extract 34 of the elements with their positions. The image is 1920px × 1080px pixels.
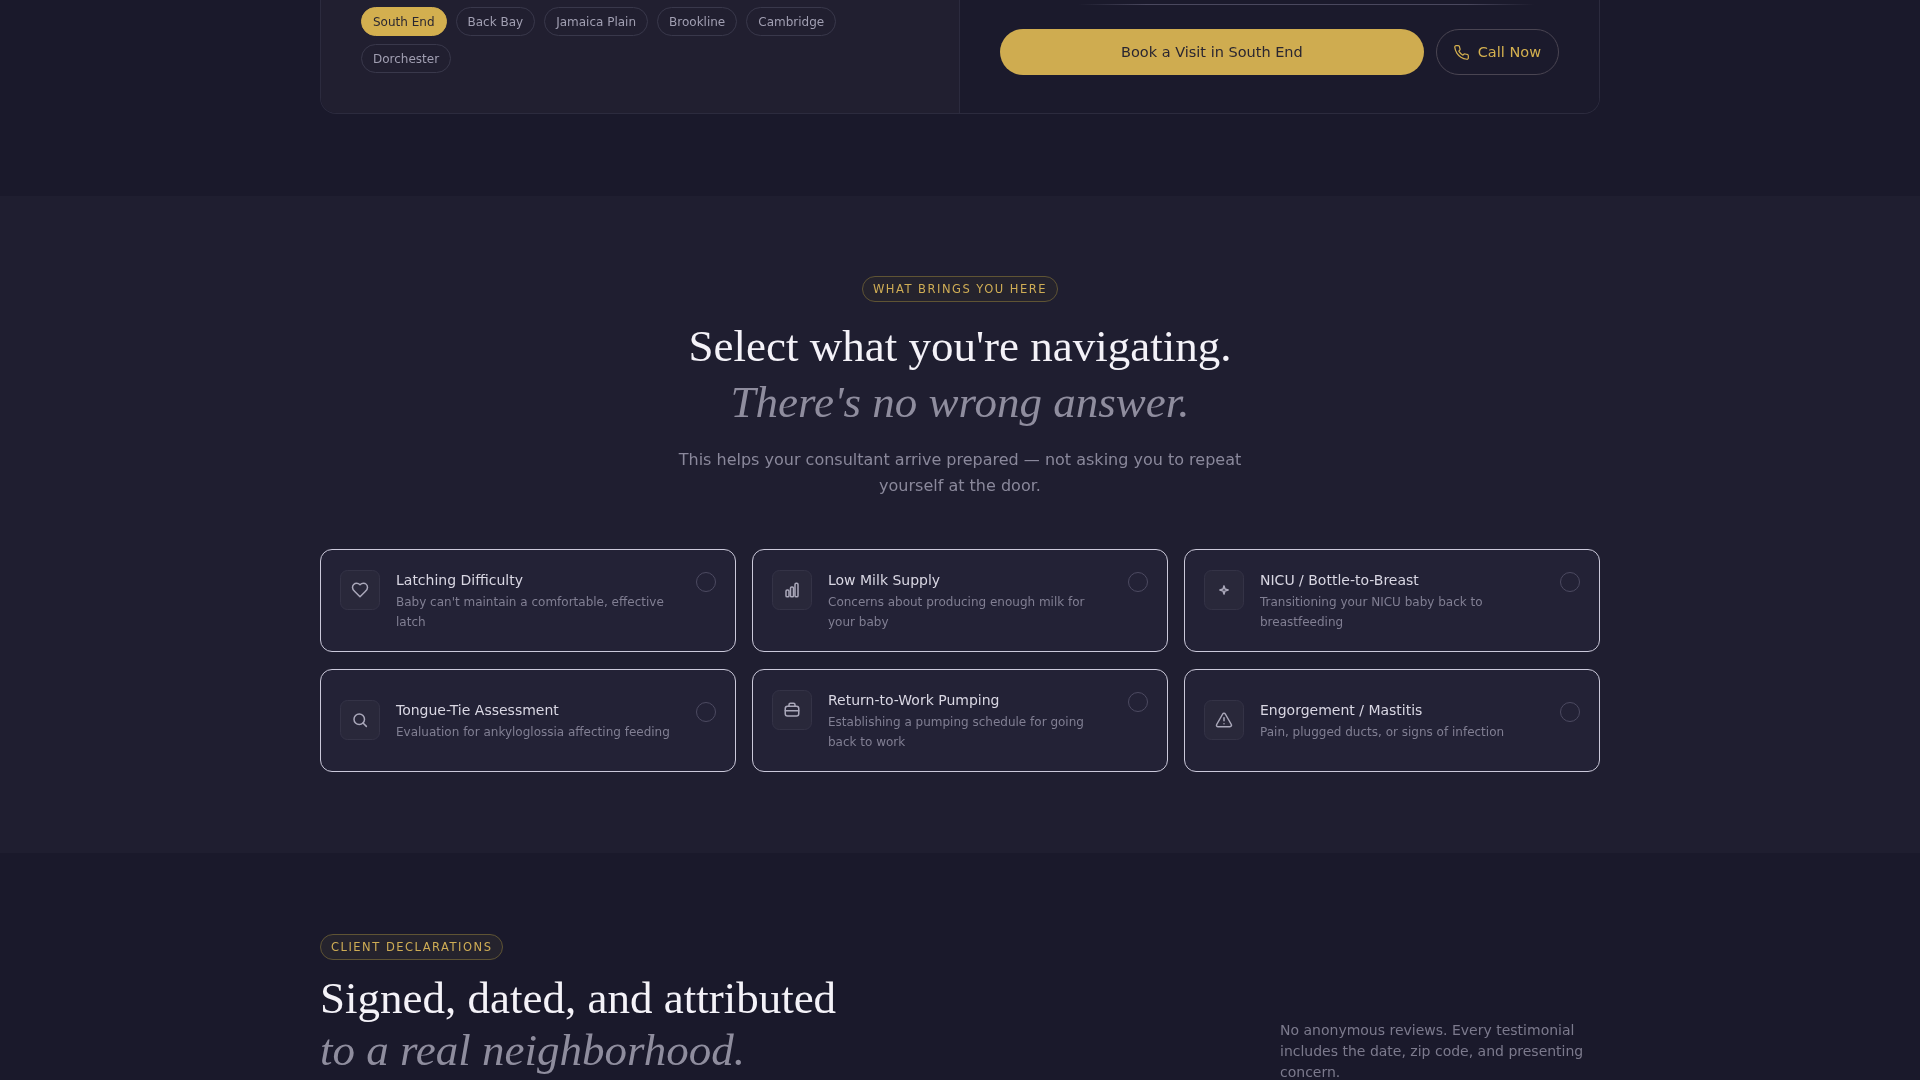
search-icon: [340, 699, 380, 740]
sparkle-icon: [1204, 569, 1244, 610]
book-visit-button[interactable]: Book a Visit in South End: [1000, 29, 1424, 75]
concern-option-card[interactable]: Low Milk Supply Concerns about producing enough milk for your baby: [752, 549, 1168, 652]
briefcase-icon: [772, 689, 812, 730]
warning-icon: [1204, 699, 1244, 740]
intro-text: This helps your consultant arrive prepared — not asking you to repeat yourself at the door.: [677, 449, 1243, 497]
phone-icon: [1453, 44, 1469, 60]
option-title: Latching Difficulty: [396, 570, 524, 590]
section-badge: WHAT BRINGS YOU HERE: [861, 276, 1059, 302]
section-badge: CLIENT DECLARATIONS: [320, 934, 504, 960]
option-description: Establishing a pumping schedule for going back to work: [828, 713, 1085, 751]
section-subheading: to a real neighborhood.: [320, 1027, 745, 1073]
concern-option-card[interactable]: Return-to-Work Pumping Establishing a pumping schedule for going back to work: [752, 669, 1168, 772]
concern-option-card[interactable]: Latching Difficulty Baby can't maintain a comfortable, effective latch: [320, 549, 736, 652]
concern-option-card[interactable]: Tongue-Tie Assessment Evaluation for ankyloglossia affecting feeding: [320, 669, 736, 772]
concern-option-card[interactable]: Engorgement / Mastitis Pain, plugged ducts, or signs of infection: [1184, 669, 1600, 772]
option-description: Concerns about producing enough milk for your baby: [828, 593, 1086, 631]
neighborhood-chip[interactable]: South End: [361, 7, 447, 36]
note-text: No anonymous reviews. Every testimonial includes the date, zip code, and presenting concern.: [1280, 1021, 1585, 1080]
option-title: Engorgement / Mastitis: [1260, 700, 1424, 720]
concern-option-card[interactable]: NICU / Bottle-to-Breast Transitioning your NICU baby back to breastfeeding: [1184, 549, 1600, 652]
option-description: Pain, plugged ducts, or signs of infection: [1260, 723, 1506, 741]
option-title: Tongue-Tie Assessment: [396, 700, 560, 720]
option-title: Return-to-Work Pumping: [828, 690, 1001, 710]
section-heading: Signed, dated, and attributed: [320, 975, 837, 1021]
section-subheading: There's no wrong answer.: [730, 376, 1190, 429]
option-description: Evaluation for ankyloglossia affecting feeding: [396, 723, 671, 741]
option-title: NICU / Bottle-to-Breast: [1260, 570, 1420, 590]
option-description: Baby can't maintain a comfortable, effective latch: [396, 593, 665, 631]
option-description: Transitioning your NICU baby back to breastfeeding: [1260, 593, 1484, 631]
bar-chart-icon: [772, 569, 812, 610]
section-heading: Select what you're navigating.: [688, 320, 1232, 373]
option-title: Low Milk Supply: [828, 570, 942, 590]
